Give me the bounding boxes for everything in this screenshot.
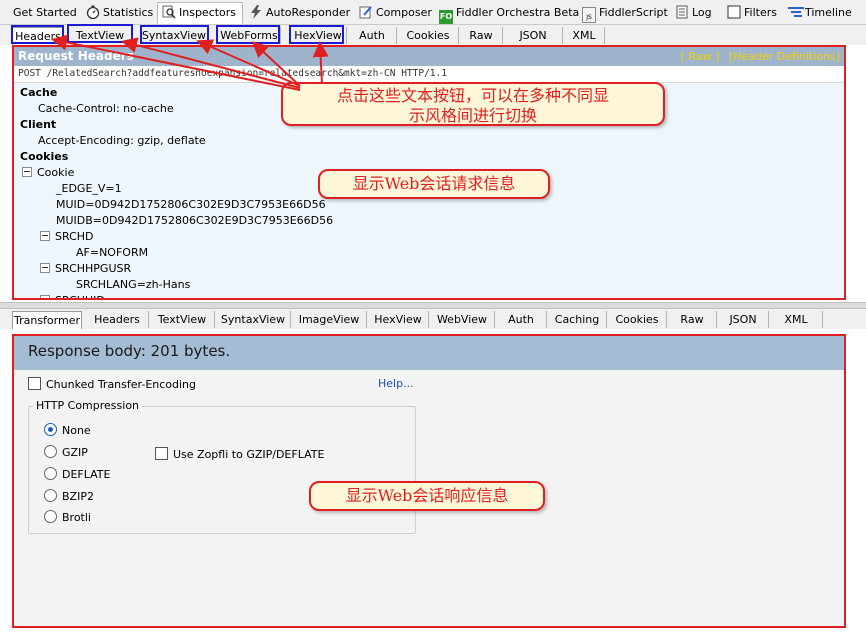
pencil-icon xyxy=(359,5,373,19)
resp-tab-syntaxview[interactable]: SyntaxView xyxy=(216,311,291,328)
log-icon xyxy=(675,5,689,19)
tab-statistics[interactable]: Statistics xyxy=(82,3,159,23)
resp-tab-headers[interactable]: Headers xyxy=(86,311,149,328)
lightning-icon xyxy=(249,5,263,19)
tab-get-started[interactable]: Get Started xyxy=(9,3,83,23)
checkbox-box[interactable] xyxy=(28,377,41,390)
request-annotation: 显示Web会话请求信息 xyxy=(318,169,550,199)
header-definitions-link[interactable]: [Header Definitions] xyxy=(729,50,840,63)
req-tab-xml[interactable]: XML xyxy=(564,27,605,44)
collapse-toggle-icon[interactable] xyxy=(22,167,32,177)
response-annotation: 显示Web会话响应信息 xyxy=(309,481,545,511)
req-tab-json[interactable]: JSON xyxy=(504,27,563,44)
radio-gzip[interactable]: GZIP xyxy=(44,445,88,459)
tab-switch-annotation: 点击这些文本按钮，可以在多种不同显 示风格间进行切换 xyxy=(281,82,665,126)
raw-link[interactable]: [ Raw ] xyxy=(681,50,720,63)
resp-tab-json[interactable]: JSON xyxy=(718,311,769,328)
collapse-toggle-icon[interactable] xyxy=(40,295,50,298)
highlight-textview xyxy=(67,24,133,43)
resp-tab-imageview[interactable]: ImageView xyxy=(292,311,367,328)
tab-timeline[interactable]: Timeline xyxy=(784,3,858,23)
highlight-hexview xyxy=(289,25,344,44)
req-tab-cookies[interactable]: Cookies xyxy=(398,27,459,44)
tree-value: AF=NOFORM xyxy=(76,246,149,259)
tab-composer[interactable]: Composer xyxy=(355,3,438,23)
collapse-toggle-icon[interactable] xyxy=(40,231,50,241)
script-icon: JS xyxy=(582,7,596,23)
resp-tab-cookies[interactable]: Cookies xyxy=(608,311,667,328)
radio-none[interactable]: None xyxy=(44,423,91,437)
radio-indicator[interactable] xyxy=(44,423,57,436)
tree-value: MUID=0D942D1752806C302E9D3C7953E66D56 xyxy=(56,198,326,211)
checkbox-icon xyxy=(727,5,741,19)
highlight-webforms xyxy=(216,25,280,44)
tree-node-expandable[interactable]: SRCHUID xyxy=(14,293,844,298)
req-tab-raw[interactable]: Raw xyxy=(460,27,503,44)
tree-value: Accept-Encoding: gzip, deflate xyxy=(38,134,206,147)
tab-fiddlerscript[interactable]: JS FiddlerScript xyxy=(578,3,674,23)
http-compression-title: HTTP Compression xyxy=(33,399,143,412)
request-line: POST /RelatedSearch?addfeaturesnoexpansi… xyxy=(14,66,844,83)
radio-indicator[interactable] xyxy=(44,489,57,502)
radio-indicator[interactable] xyxy=(44,467,57,480)
zopfli-checkbox[interactable]: Use Zopfli to GZIP/DEFLATE xyxy=(155,447,324,461)
radio-bzip2[interactable]: BZIP2 xyxy=(44,489,94,503)
response-view-tabs: Transformer Headers TextView SyntaxView … xyxy=(0,309,866,329)
req-tab-auth[interactable]: Auth xyxy=(348,27,397,44)
resp-tab-textview[interactable]: TextView xyxy=(150,311,215,328)
highlight-headers xyxy=(11,25,64,44)
radio-brotli[interactable]: Brotli xyxy=(44,510,91,524)
main-tab-strip: Get Started Statistics Inspectors AutoRe… xyxy=(0,0,866,25)
resp-tab-auth[interactable]: Auth xyxy=(496,311,547,328)
help-link[interactable]: Help... xyxy=(378,377,414,390)
resp-tab-transformer[interactable]: Transformer xyxy=(12,311,82,329)
tab-log[interactable]: Log xyxy=(671,3,718,23)
radio-deflate[interactable]: DEFLATE xyxy=(44,467,110,481)
tree-section-heading: Cookies xyxy=(20,150,69,163)
highlight-syntaxview xyxy=(140,25,209,44)
tree-node-expandable[interactable]: SRCHD xyxy=(14,229,844,245)
tab-autoresponder[interactable]: AutoResponder xyxy=(245,3,356,23)
tree-node-expandable[interactable]: SRCHHPGUSR xyxy=(14,261,844,277)
resp-tab-xml[interactable]: XML xyxy=(770,311,823,328)
resp-tab-hexview[interactable]: HexView xyxy=(368,311,429,328)
tree-value: SRCHLANG=zh-Hans xyxy=(76,278,191,291)
radio-indicator[interactable] xyxy=(44,445,57,458)
response-body-size: Response body: 201 bytes. xyxy=(14,336,844,370)
fo-icon: FO xyxy=(439,10,453,24)
tab-inspectors[interactable]: Inspectors xyxy=(157,2,244,24)
tree-value: MUIDB=0D942D1752806C302E9D3C7953E66D56 xyxy=(56,214,334,227)
tab-fiddler-orchestra[interactable]: FO Fiddler Orchestra Beta xyxy=(435,3,585,24)
resp-tab-caching[interactable]: Caching xyxy=(548,311,607,328)
resp-tab-webview[interactable]: WebView xyxy=(430,311,495,328)
panel-splitter[interactable] xyxy=(0,302,866,309)
tab-filters[interactable]: Filters xyxy=(723,3,783,23)
stopwatch-icon xyxy=(86,5,100,20)
magnifier-icon xyxy=(162,5,176,19)
radio-indicator[interactable] xyxy=(44,510,57,523)
collapse-toggle-icon[interactable] xyxy=(40,263,50,273)
chunked-encoding-checkbox[interactable]: Chunked Transfer-Encoding xyxy=(28,377,196,391)
checkbox-box[interactable] xyxy=(155,447,168,460)
timeline-icon xyxy=(788,5,804,19)
request-headers-title: Request Headers [ Raw ] [Header Definiti… xyxy=(14,47,844,66)
resp-tab-raw[interactable]: Raw xyxy=(668,311,717,328)
